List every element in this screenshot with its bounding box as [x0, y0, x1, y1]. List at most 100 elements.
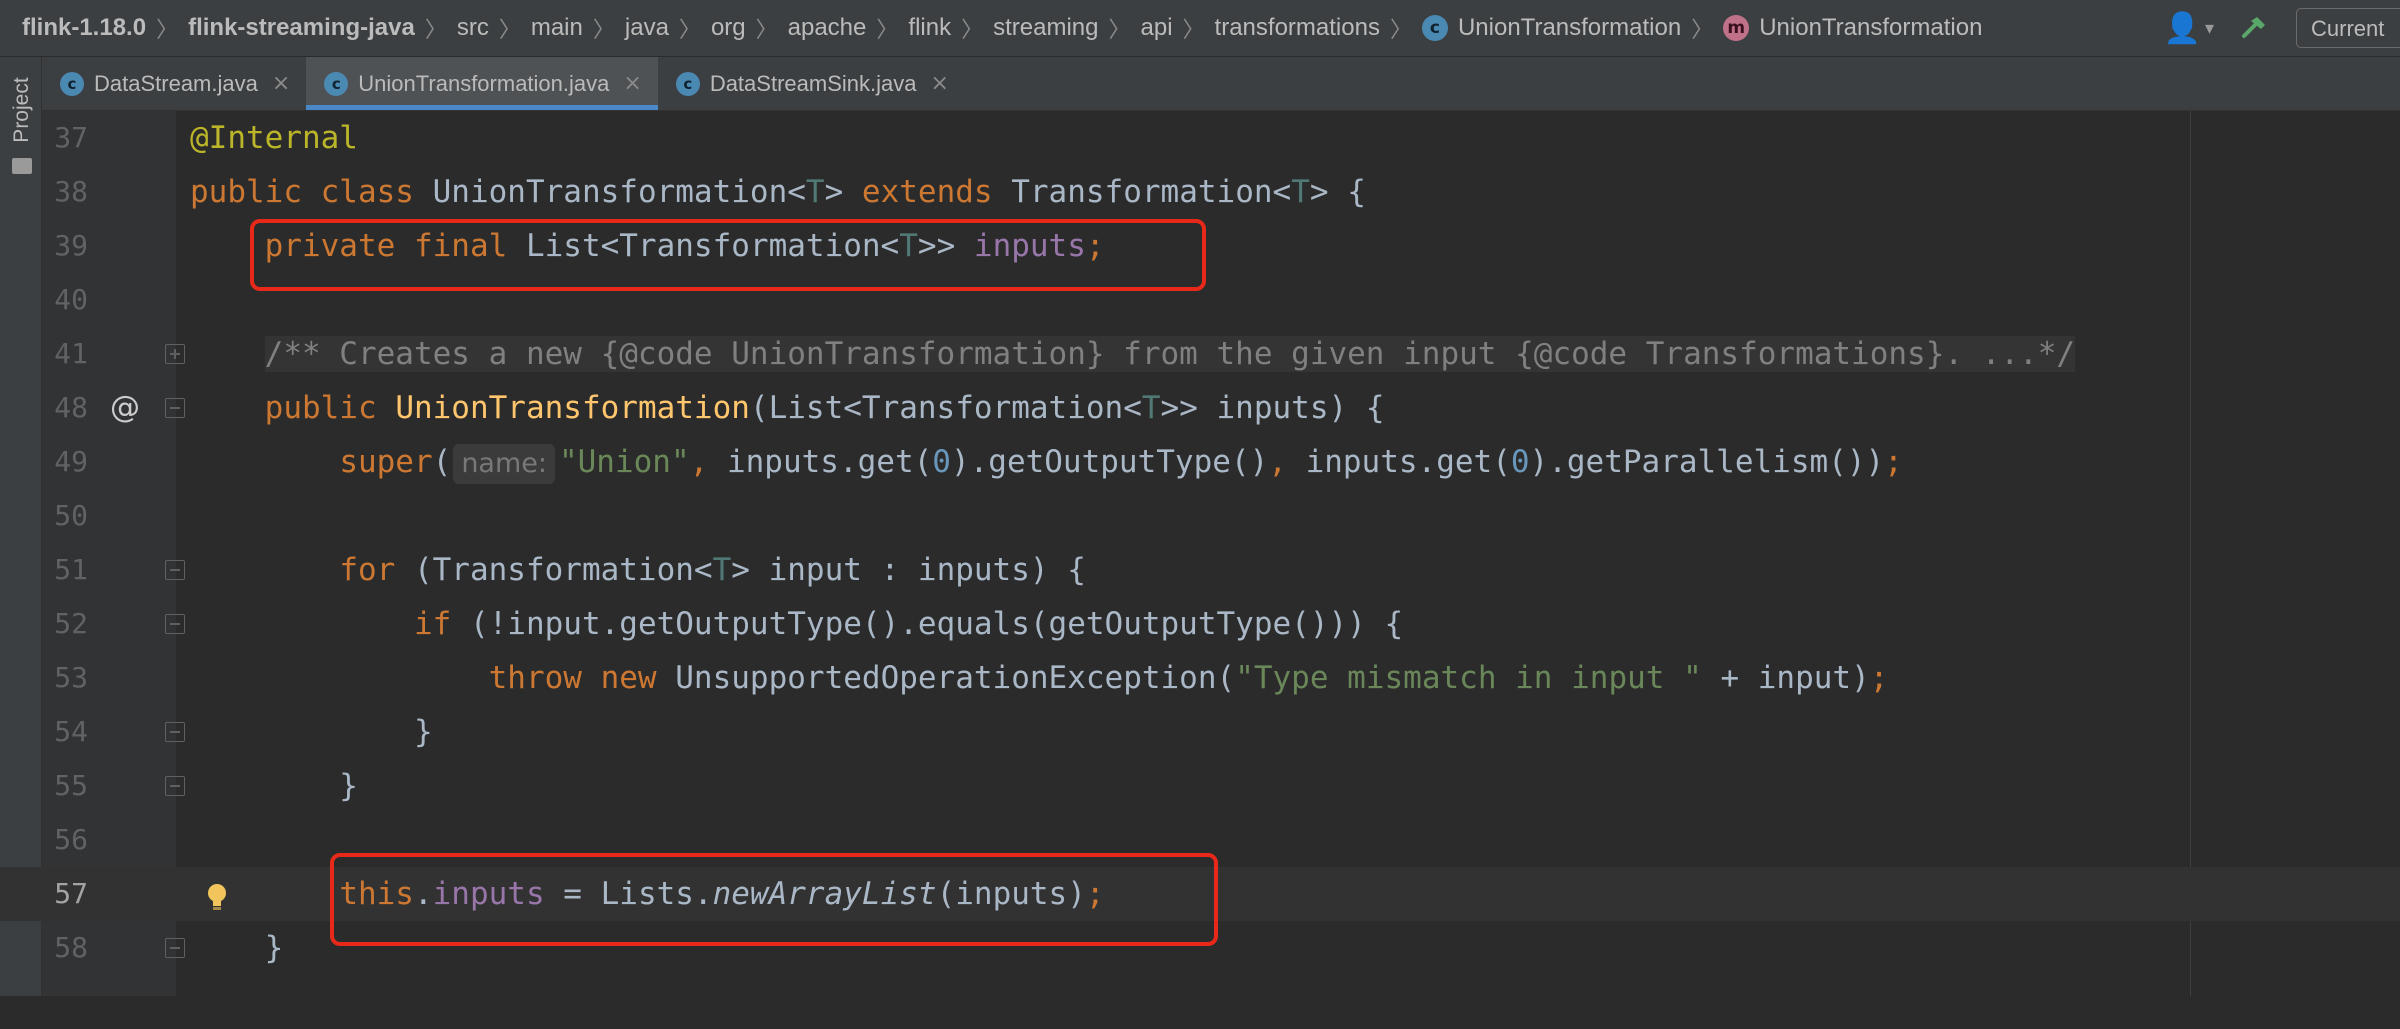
close-icon[interactable]: ×: [930, 71, 948, 96]
breadcrumb-item-src[interactable]: src: [457, 14, 489, 42]
tab-datastreamsink[interactable]: c DataStreamSink.java ×: [658, 57, 965, 110]
code-text: private final List<Transformation<T>> in…: [264, 228, 1105, 264]
code-text: @Internal: [190, 120, 358, 156]
code-line: 48 @ public UnionTransformation(List<Tra…: [0, 381, 2400, 435]
line-number: 48: [54, 391, 88, 424]
code-editor[interactable]: 37 @Internal 38 public class UnionTransf…: [0, 111, 2400, 996]
code-line: 54 }: [0, 705, 2400, 759]
breadcrumb-item-java[interactable]: java: [625, 14, 669, 42]
breadcrumb-item-api[interactable]: api: [1141, 14, 1173, 42]
line-number: 49: [54, 445, 88, 478]
line-number: 37: [54, 121, 88, 154]
tab-uniontransformation[interactable]: c UnionTransformation.java ×: [306, 57, 658, 110]
chevron-right-icon: 〉: [1108, 17, 1131, 42]
code-text: }: [190, 768, 358, 804]
tab-label: UnionTransformation.java: [358, 70, 610, 96]
chevron-right-icon: 〉: [961, 17, 984, 42]
breadcrumb-item-main[interactable]: main: [531, 14, 583, 42]
line-number: 58: [54, 931, 88, 964]
code-line: 50: [0, 489, 2400, 543]
tab-datastream[interactable]: c DataStream.java ×: [42, 57, 306, 110]
line-number: 53: [54, 661, 88, 694]
code-line: 41 /** Creates a new {@code UnionTransfo…: [0, 327, 2400, 381]
code-text: this.inputs = Lists.newArrayList(inputs)…: [339, 876, 1105, 912]
code-line: 52 if (!input.getOutputType().equals(get…: [0, 597, 2400, 651]
chevron-right-icon: 〉: [156, 17, 179, 42]
class-icon: c: [324, 71, 349, 96]
code-text: public UnionTransformation(List<Transfor…: [264, 390, 1385, 426]
fold-end-icon[interactable]: [165, 938, 185, 958]
fold-expand-icon[interactable]: [165, 344, 185, 364]
code-text: for (Transformation<T> input : inputs) {: [339, 552, 1086, 588]
code-line: 49 super(name: "Union", inputs.get(0).get…: [0, 435, 2400, 489]
code-line: 51 for (Transformation<T> input : inputs…: [0, 543, 2400, 597]
user-icon[interactable]: 👤: [2164, 11, 2201, 46]
breadcrumb: flink-1.18.0 〉 flink-streaming-java 〉 sr…: [0, 0, 2400, 57]
line-number: 39: [54, 229, 88, 262]
breadcrumb-item-class[interactable]: c UnionTransformation: [1421, 14, 1682, 42]
breadcrumb-item-org[interactable]: org: [711, 14, 746, 42]
editor-tabs: c DataStream.java × c UnionTransformatio…: [42, 57, 2400, 111]
toolbar-right: 👤 ▾ Current: [2164, 0, 2400, 56]
code-text: if (!input.getOutputType().equals(getOut…: [413, 606, 1404, 642]
chevron-right-icon: 〉: [1182, 17, 1205, 42]
line-number: 54: [54, 715, 88, 748]
breadcrumb-item-module[interactable]: flink-streaming-java: [188, 14, 415, 42]
code-line-current: 57 this.inputs = Lists.newArrayList(inpu…: [0, 867, 2400, 921]
chevron-right-icon: 〉: [678, 17, 701, 42]
override-at-icon[interactable]: @: [110, 381, 140, 435]
breadcrumb-class-label: UnionTransformation: [1457, 14, 1682, 41]
code-line: 56: [0, 813, 2400, 867]
run-configuration-select[interactable]: Current: [2296, 8, 2400, 48]
fold-collapse-icon[interactable]: [165, 560, 185, 580]
line-number: 50: [54, 499, 88, 532]
close-icon[interactable]: ×: [623, 71, 641, 96]
fold-collapse-icon[interactable]: [165, 614, 185, 634]
code-line: 37 @Internal: [0, 111, 2400, 165]
chevron-right-icon: 〉: [1691, 17, 1714, 42]
chevron-right-icon: 〉: [1389, 17, 1412, 42]
line-number: 57: [54, 877, 88, 910]
code-line: 39 private final List<Transformation<T>>…: [0, 219, 2400, 273]
tab-label: DataStreamSink.java: [709, 70, 917, 96]
build-hammer-icon[interactable]: [2240, 14, 2268, 42]
breadcrumb-item-streaming[interactable]: streaming: [993, 14, 1098, 42]
code-text: /** Creates a new {@code UnionTransforma…: [264, 336, 2076, 372]
breadcrumb-item-method[interactable]: m UnionTransformation: [1723, 14, 1982, 42]
fold-end-icon[interactable]: [165, 776, 185, 796]
code-text: }: [190, 714, 433, 750]
chevron-right-icon: 〉: [876, 17, 899, 42]
line-number: 56: [54, 823, 88, 856]
code-line: 53 throw new UnsupportedOperationExcepti…: [0, 651, 2400, 705]
fold-end-icon[interactable]: [165, 722, 185, 742]
fold-collapse-icon[interactable]: [165, 398, 185, 418]
chevron-right-icon: 〉: [498, 17, 521, 42]
line-number: 52: [54, 607, 88, 640]
class-icon: c: [1421, 15, 1448, 41]
breadcrumb-item-project[interactable]: flink-1.18.0: [22, 14, 146, 42]
line-number: 40: [54, 283, 88, 316]
chevron-down-icon[interactable]: ▾: [2205, 18, 2214, 39]
code-line-partial: [0, 975, 2400, 1029]
chevron-right-icon: 〉: [424, 17, 447, 42]
code-line: 55 }: [0, 759, 2400, 813]
breadcrumb-method-label: UnionTransformation: [1759, 14, 1983, 41]
chevron-right-icon: 〉: [592, 17, 615, 42]
chevron-right-icon: 〉: [755, 17, 778, 42]
line-number: 41: [54, 337, 88, 370]
line-number: 55: [54, 769, 88, 802]
class-icon: c: [675, 71, 700, 96]
line-number: 38: [54, 175, 88, 208]
breadcrumb-item-flink[interactable]: flink: [908, 14, 951, 42]
code-line: 58 }: [0, 921, 2400, 975]
class-icon: c: [60, 71, 84, 96]
code-line: 38 public class UnionTransformation<T> e…: [0, 165, 2400, 219]
line-number: 51: [54, 553, 88, 586]
method-icon: m: [1723, 15, 1750, 41]
close-icon[interactable]: ×: [272, 71, 290, 96]
breadcrumb-item-apache[interactable]: apache: [788, 14, 867, 42]
code-text: super(name: "Union", inputs.get(0).getOut…: [190, 435, 1903, 489]
code-text: public class UnionTransformation<T> exte…: [190, 174, 1366, 210]
breadcrumb-item-transformations[interactable]: transformations: [1215, 14, 1380, 42]
tab-label: DataStream.java: [94, 70, 258, 96]
